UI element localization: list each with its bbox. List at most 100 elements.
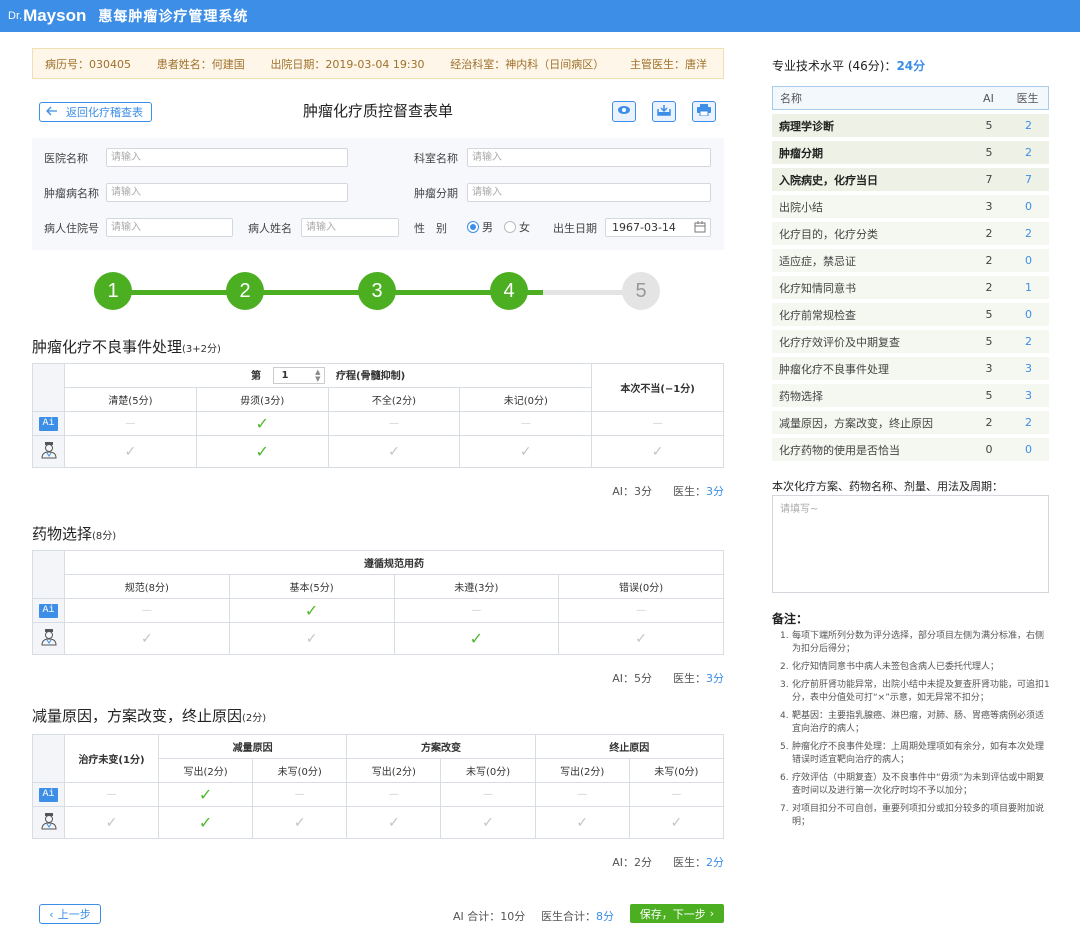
cycle-stepper[interactable]: 1 ▲ ▼ (272, 367, 325, 385)
doctor-choice[interactable]: ✓ (628, 806, 725, 839)
gender-male-radio[interactable]: 男 (467, 219, 493, 235)
stepper-arrows-icon[interactable]: ▲ ▼ (315, 368, 323, 383)
export-button[interactable] (652, 101, 676, 122)
preview-button[interactable] (612, 101, 636, 122)
doctor-choice[interactable]: ✓ (195, 435, 329, 468)
check-icon: ✓ (388, 443, 400, 460)
unchanged-header: 治疗未变(1分) (64, 734, 159, 783)
score-row-doc: 0 (1025, 308, 1032, 321)
score-row[interactable]: 减量原因，方案改变，终止原因 2 2 (772, 411, 1049, 434)
cycle-suffix: 疗程(骨髓抑制) (336, 370, 406, 382)
prev-step-button[interactable]: ‹ 上一步 (39, 904, 101, 924)
doctor-choice[interactable]: ✓ (327, 435, 461, 468)
score-cell: — (440, 782, 536, 807)
score-row-name: 出院小结 (779, 200, 823, 214)
doctor-choice[interactable]: ✓ (459, 435, 593, 468)
doctor-choice[interactable]: ✓ (64, 806, 159, 839)
note-text: 疗效评估（中期复查）及不良事件中“毋须”为未到评估或中期复查时间以及进行第一次化… (792, 773, 1045, 796)
score-row-doc: 3 (1025, 389, 1032, 402)
doc-score-value: 3分 (706, 672, 724, 685)
score-row-ai: 5 (985, 335, 993, 348)
panel-score: 24分 (896, 59, 926, 73)
chevron-left-icon: ‹ (49, 907, 54, 921)
check-icon: ✓ (124, 443, 137, 460)
score-row[interactable]: 出院小结 3 0 (772, 195, 1049, 218)
step-4[interactable]: 4 (490, 272, 528, 310)
basic-info-form: 医院名称 请输入 科室名称 请输入 肿瘤病名称 请输入 肿瘤分期 请输入 病人住… (32, 138, 724, 250)
dob-input[interactable]: 1967-03-14 (605, 218, 711, 237)
back-to-audit-button[interactable]: 返回化疗稽查表 (39, 102, 152, 122)
score-row-doc: 2 (1025, 146, 1032, 159)
calendar-icon (694, 221, 706, 238)
doctor-choice[interactable]: ✓ (64, 435, 197, 468)
score-row[interactable]: 肿瘤分期 5 2 (772, 141, 1049, 164)
doctor-choice[interactable]: ✓ (252, 806, 348, 839)
hospital-input[interactable]: 请输入 (106, 148, 348, 167)
score-row[interactable]: 化疗知情同意书 2 1 (772, 276, 1049, 299)
step-2[interactable]: 2 (226, 272, 264, 310)
brand-logo[interactable]: Mayson (23, 6, 86, 26)
check-icon: ✓ (305, 630, 318, 647)
record-no: 病历号：030405 (45, 57, 131, 71)
doctor-choice[interactable]: ✓ (591, 435, 724, 468)
stage-input[interactable]: 请输入 (467, 183, 711, 202)
score-row[interactable]: 药物选择 5 3 (772, 384, 1049, 407)
gender-female-radio[interactable]: 女 (504, 219, 530, 235)
dept-input[interactable]: 请输入 (467, 148, 711, 167)
score-row-name: 化疗药物的使用是否恰当 (779, 443, 900, 457)
doctor-choice[interactable]: ✓ (440, 806, 536, 839)
score-row[interactable]: 化疗药物的使用是否恰当 0 0 (772, 438, 1049, 461)
doctor-choice[interactable]: ✓ (558, 622, 724, 655)
sec3-points: (2分) (242, 713, 267, 724)
save-next-button[interactable]: 保存，下一步 › (630, 904, 724, 923)
score-row[interactable]: 肿瘤化疗不良事件处理 3 3 (772, 357, 1049, 380)
score-row[interactable]: 病理学诊断 5 2 (772, 114, 1049, 137)
col-header: 毋须(3分) (195, 387, 329, 412)
score-row[interactable]: 化疗前常规检查 5 0 (772, 303, 1049, 326)
note-number: 1. (780, 631, 789, 641)
header-ai: AI (983, 91, 994, 105)
form-toolbar (612, 101, 716, 122)
save-label: 保存，下一步 (639, 907, 706, 921)
doctor-choice[interactable]: ✓ (393, 622, 560, 655)
ai-badge: Ai (39, 787, 58, 802)
score-row[interactable]: 入院病史，化疗当日 7 7 (772, 168, 1049, 191)
group-header: 终止原因 (534, 734, 725, 759)
doctor-choice[interactable]: ✓ (64, 622, 230, 655)
inpatient-input[interactable]: 请输入 (106, 218, 233, 237)
doctor-avatar-icon (40, 813, 58, 833)
disease-input[interactable]: 请输入 (106, 183, 348, 202)
doctor-choice[interactable]: ✓ (228, 622, 395, 655)
score-cell: — (534, 782, 630, 807)
score-cell: — (64, 411, 197, 436)
score-row[interactable]: 化疗目的，化疗分类 2 2 (772, 222, 1049, 245)
check-icon: ✓ (141, 630, 153, 647)
doctor-icon-cell (32, 435, 65, 468)
ai-badge: Ai (39, 416, 58, 431)
step-3[interactable]: 3 (358, 272, 396, 310)
print-button[interactable] (692, 101, 716, 122)
plan-textarea[interactable]: 请填写~ (772, 495, 1049, 593)
doctor-choice[interactable]: ✓ (534, 806, 630, 839)
score-row-ai: 2 (985, 281, 993, 294)
doctor-choice[interactable]: ✓ (157, 806, 254, 839)
score-row-name: 药物选择 (779, 389, 823, 403)
step-5[interactable]: 5 (622, 272, 660, 310)
score-row-doc: 2 (1025, 416, 1032, 429)
score-row[interactable]: 化疗疗效评价及中期复查 5 2 (772, 330, 1049, 353)
note-text: 肿瘤化疗不良事件处理：上周期处理项如有余分，如有本次处理错误时适宜靶向治疗的病人… (792, 742, 1045, 765)
col-header: 规范(8分) (64, 574, 230, 599)
corner-cell (32, 734, 65, 783)
note-text: 化疗前肝肾功能异常，出院小结中未提及复查肝肾功能，可追扣1分，表中分值处可打“×… (792, 680, 1050, 703)
attending-doctor: 主管医生：唐洋 (630, 57, 707, 71)
check-icon: ✓ (482, 814, 494, 831)
step-1[interactable]: 1 (94, 272, 132, 310)
score-row[interactable]: 适应症，禁忌证 2 0 (772, 249, 1049, 272)
score-cell: — (628, 782, 725, 807)
patient-name-input[interactable]: 请输入 (301, 218, 399, 237)
doctor-row: ✓ ✓ ✓ ✓ ✓ (32, 435, 724, 468)
doctor-choice[interactable]: ✓ (346, 806, 442, 839)
sec1-title-text: 肿瘤化疗不良事件处理 (32, 338, 183, 356)
ai-total-label: AI 合计： (453, 910, 501, 923)
score-row-doc: 1 (1025, 281, 1032, 294)
